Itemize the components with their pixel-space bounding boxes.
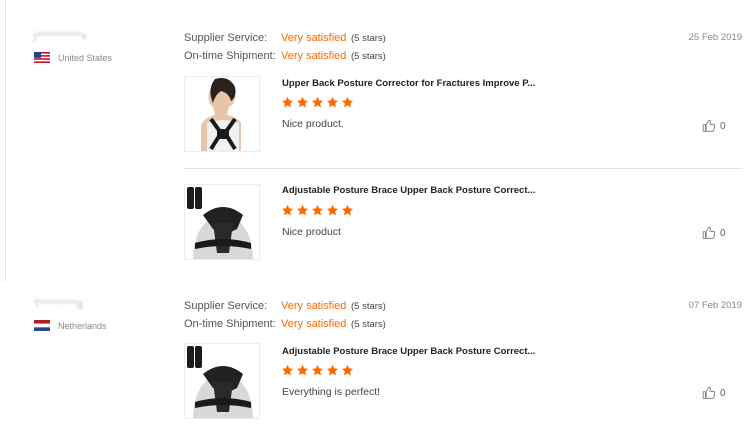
shipment-value: Very satisfied bbox=[281, 50, 347, 62]
shipment-value: Very satisfied bbox=[281, 318, 347, 330]
shipment-stars: (5 stars) bbox=[351, 51, 386, 62]
netherlands-flag-icon bbox=[34, 320, 50, 331]
country-name: United States bbox=[58, 52, 113, 63]
supplier-service-value: Very satisfied bbox=[281, 32, 347, 44]
review-date: 25 Feb 2019 bbox=[688, 32, 742, 43]
review-date: 07 Feb 2019 bbox=[688, 300, 742, 311]
buyer-name: j***********s bbox=[34, 31, 87, 42]
supplier-service-stars: (5 stars) bbox=[351, 33, 386, 44]
like-count: 0 bbox=[720, 227, 726, 239]
star-icon bbox=[341, 204, 354, 216]
like-button[interactable]: 0 bbox=[702, 226, 726, 240]
star-icon bbox=[296, 364, 309, 376]
shipment-stars: (5 stars) bbox=[351, 319, 386, 330]
star-icon bbox=[341, 364, 354, 376]
star-icon bbox=[311, 96, 324, 108]
woman-wearing-brace-image bbox=[185, 77, 259, 151]
star-icon bbox=[296, 204, 309, 216]
buyer-country: United States bbox=[34, 52, 112, 63]
buyer-country: Netherlands bbox=[34, 320, 107, 331]
product-rating bbox=[281, 96, 354, 109]
star-icon bbox=[281, 96, 294, 108]
star-icon bbox=[281, 204, 294, 216]
us-flag-icon bbox=[34, 52, 50, 63]
product-thumbnail[interactable] bbox=[184, 343, 260, 419]
star-icon bbox=[311, 364, 324, 376]
star-icon bbox=[281, 364, 294, 376]
star-icon bbox=[341, 96, 354, 108]
like-button[interactable]: 0 bbox=[702, 386, 726, 400]
product-thumbnail[interactable] bbox=[184, 184, 260, 260]
item-separator bbox=[184, 168, 742, 169]
product-rating bbox=[281, 204, 354, 217]
star-icon bbox=[326, 204, 339, 216]
country-name: Netherlands bbox=[58, 320, 107, 331]
review-comment: Nice product bbox=[282, 226, 341, 238]
like-button[interactable]: 0 bbox=[702, 119, 726, 133]
product-rating bbox=[281, 364, 354, 377]
star-icon bbox=[326, 96, 339, 108]
review-comment: Nice product. bbox=[282, 118, 344, 130]
shipment-label: On-time Shipment: bbox=[184, 318, 276, 330]
thumbs-up-icon bbox=[702, 386, 716, 399]
star-icon bbox=[326, 364, 339, 376]
like-count: 0 bbox=[720, 387, 726, 399]
buyer-name: T*********g bbox=[34, 299, 83, 310]
product-title[interactable]: Upper Back Posture Corrector for Fractur… bbox=[282, 78, 535, 89]
review-comment: Everything is perfect! bbox=[282, 386, 381, 398]
product-title[interactable]: Adjustable Posture Brace Upper Back Post… bbox=[282, 185, 535, 196]
posture-brace-image bbox=[185, 344, 259, 418]
product-title[interactable]: Adjustable Posture Brace Upper Back Post… bbox=[282, 346, 535, 357]
thumbs-up-icon bbox=[702, 226, 716, 239]
posture-brace-image bbox=[185, 185, 259, 259]
supplier-service-stars: (5 stars) bbox=[351, 301, 386, 312]
shipment-label: On-time Shipment: bbox=[184, 50, 276, 62]
supplier-service-value: Very satisfied bbox=[281, 300, 347, 312]
supplier-service-label: Supplier Service: bbox=[184, 32, 268, 44]
star-icon bbox=[311, 204, 324, 216]
vertical-divider bbox=[5, 0, 6, 282]
star-icon bbox=[296, 96, 309, 108]
like-count: 0 bbox=[720, 120, 726, 132]
product-thumbnail[interactable] bbox=[184, 76, 260, 152]
thumbs-up-icon bbox=[702, 119, 716, 132]
supplier-service-label: Supplier Service: bbox=[184, 300, 268, 312]
